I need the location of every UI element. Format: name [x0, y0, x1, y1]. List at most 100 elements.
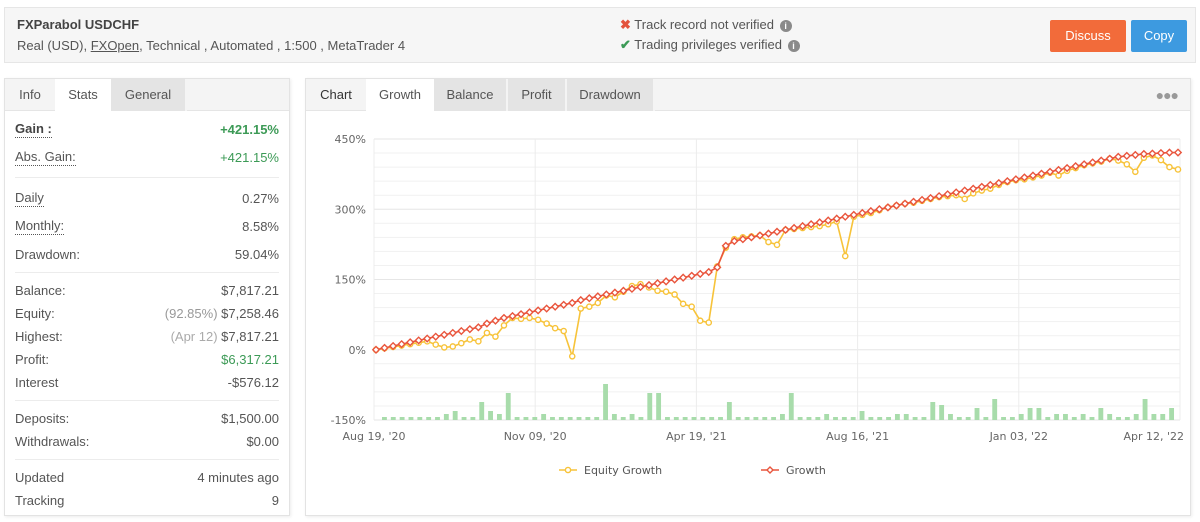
activity-bar [647, 393, 653, 420]
activity-bar [709, 417, 715, 420]
activity-bar [1151, 414, 1157, 420]
stat-label[interactable]: Monthly: [15, 218, 65, 235]
growth-point [585, 294, 594, 303]
activity-bar [426, 417, 432, 420]
tab-balance[interactable]: Balance [434, 79, 508, 111]
growth-chart: 450% 300% 150% 0% -150% Aug 19, '20 Nov 09, '… [331, 133, 1185, 477]
activity-bar [921, 417, 927, 420]
equity-growth-point [568, 353, 576, 360]
y-tick-label: 450% [335, 133, 366, 146]
activity-bar [886, 417, 891, 420]
growth-point [533, 306, 543, 315]
activity-bar [824, 414, 830, 420]
activity-bar [488, 411, 493, 420]
copy-button[interactable]: Copy [1131, 20, 1187, 52]
growth-point [687, 271, 696, 280]
activity-bar [1027, 408, 1033, 420]
equity-growth-point [458, 339, 465, 347]
growth-point [440, 330, 449, 339]
stat-label: Interest [15, 375, 59, 390]
activity-bar [948, 414, 953, 420]
divider [15, 459, 279, 460]
activity-bar [1080, 414, 1086, 420]
stat-updated: Updated 4 minutes ago [15, 469, 279, 487]
system-subtitle: Real (USD), FXOpen, Technical , Automate… [17, 38, 405, 53]
stats-tabs: Info Stats General [5, 79, 289, 112]
ellipsis-icon[interactable]: ●●● [1156, 87, 1179, 103]
stat-monthly: Monthly: 8.58% [15, 218, 279, 236]
activity-bar [815, 417, 821, 420]
equity-growth-point [696, 317, 704, 325]
activity-bar [452, 411, 458, 420]
activity-bar [939, 405, 945, 420]
highest-date: (Apr 12) [170, 329, 218, 344]
stat-abs-gain: Abs. Gain: +421.15% [15, 149, 279, 167]
activity-bar [1054, 414, 1060, 420]
growth-point [969, 184, 978, 193]
equity-growth-point [961, 195, 969, 203]
system-title: FXParabol USDCHF [17, 17, 140, 32]
activity-bar [1133, 414, 1139, 420]
activity-bar [718, 417, 723, 420]
growth-point [516, 309, 526, 319]
equity-growth-point [483, 329, 491, 337]
equity-growth-point [594, 299, 602, 307]
activity-bar [1036, 408, 1042, 420]
chart-tabs: Chart Growth Balance Profit Drawdown ●●● [306, 79, 1190, 112]
header: FXParabol USDCHF Real (USD), FXOpen, Tec… [4, 7, 1196, 63]
equity-growth-point [440, 344, 448, 351]
growth-point [653, 279, 662, 288]
activity-bar [638, 417, 644, 420]
activity-bar [965, 417, 971, 420]
equity-growth-point [679, 300, 687, 308]
trading-privileges-status: ✔ Trading privileges verified i [620, 37, 800, 53]
growth-point [491, 316, 500, 325]
equity-growth-point [577, 305, 585, 312]
equity-growth-point [1157, 156, 1165, 164]
activity-bar [611, 414, 617, 420]
tab-general[interactable]: General [111, 79, 187, 111]
activity-bar [382, 417, 387, 420]
activity-bar [1089, 417, 1095, 420]
activity-bar [1001, 417, 1006, 420]
tab-stats[interactable]: Stats [55, 79, 111, 112]
equity-growth-point [551, 324, 559, 332]
info-icon[interactable]: i [779, 19, 792, 32]
stat-value: (92.85%) $7,258.46 [165, 305, 279, 323]
equity-growth-point [654, 287, 661, 295]
legend-item-growth[interactable]: Growth [761, 464, 826, 477]
legend-item-equity-growth[interactable]: Equity Growth [559, 464, 662, 477]
growth-point [1165, 148, 1174, 157]
tab-drawdown[interactable]: Drawdown [567, 79, 655, 111]
stat-interest: Interest -$576.12 [15, 374, 279, 392]
stat-label[interactable]: Daily [15, 190, 44, 207]
info-icon[interactable]: i [787, 39, 800, 52]
tab-profit[interactable]: Profit [508, 79, 567, 111]
x-axis-ticks: Aug 19, '20 Nov 09, '20 Apr 19, '21 Aug 16,… [343, 430, 1185, 443]
stat-value: -$576.12 [227, 375, 279, 390]
tab-info[interactable]: Info [5, 79, 55, 111]
divider [15, 177, 279, 178]
equity-growth-point [534, 316, 542, 324]
equity-amount: $7,258.46 [221, 306, 279, 321]
y-tick-label: 0% [349, 344, 366, 357]
discuss-button[interactable]: Discuss [1050, 20, 1126, 52]
activity-bar [585, 417, 591, 420]
activity-bar [903, 414, 909, 420]
stat-label[interactable]: Abs. Gain: [15, 149, 76, 166]
tab-growth[interactable]: Growth [366, 79, 434, 112]
activity-bar [735, 417, 741, 420]
growth-point [1156, 148, 1166, 158]
activity-bar [514, 417, 520, 420]
activity-bar [1124, 417, 1130, 420]
growth-point [525, 308, 534, 317]
activity-bar [877, 417, 883, 420]
activity-bar [665, 417, 670, 420]
system-details: , Technical , Automated , 1:500 , MetaTr… [139, 38, 406, 53]
broker-link[interactable]: FXOpen [91, 38, 139, 53]
stat-value: (Apr 12) $7,817.21 [171, 328, 279, 346]
activity-bar [771, 417, 777, 420]
stat-label[interactable]: Gain : [15, 121, 52, 138]
stat-label: Highest: [15, 329, 63, 344]
activity-bar [550, 417, 555, 420]
